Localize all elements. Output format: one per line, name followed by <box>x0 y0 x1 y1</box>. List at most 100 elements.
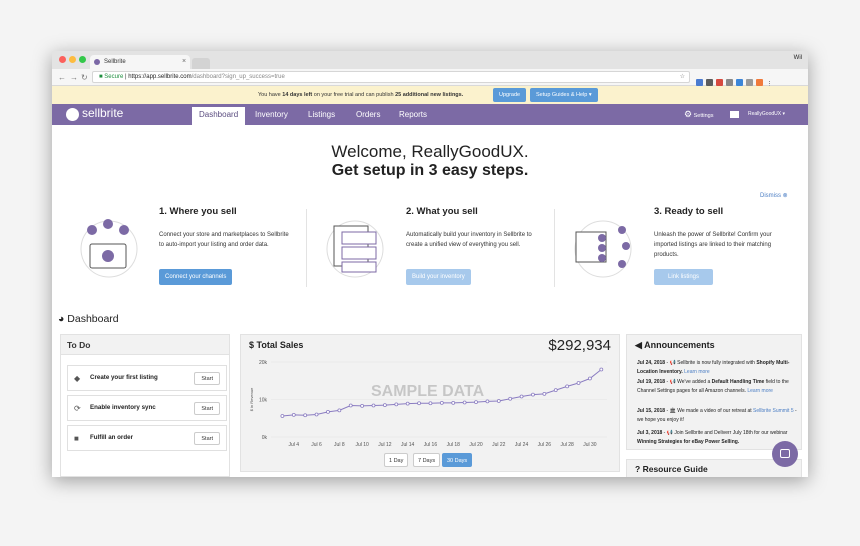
announcement-date: Jul 15, 2018 <box>637 408 666 414</box>
todo-item: ◆ Create your first listing Start <box>67 365 227 391</box>
data-point <box>531 392 535 397</box>
data-point <box>542 391 547 396</box>
dismiss-link[interactable]: Dismiss ⊗ <box>760 192 788 199</box>
setup-guides-button[interactable]: Setup Guides & Help ▾ <box>530 88 598 102</box>
sellbrite-logo-text[interactable]: sellbrite <box>82 106 123 121</box>
data-point <box>428 401 433 406</box>
browser-profile[interactable]: Wil <box>794 55 802 61</box>
extension-icon[interactable] <box>726 79 733 86</box>
y-tick-label: 0k <box>262 435 268 441</box>
todo-item: ■ Fulfill an order Start <box>67 425 227 451</box>
y-axis-label: $ in Revenue <box>249 387 254 411</box>
build-inventory-button[interactable]: Build your inventory <box>406 269 471 285</box>
url-input[interactable]: ■ Secure | https://app.sellbrite.com/das… <box>92 71 690 83</box>
settings-link[interactable]: ⚙ Settings <box>684 104 713 125</box>
start-button[interactable]: Start <box>194 402 220 415</box>
range-30-days-button[interactable]: 30 Days <box>442 453 473 467</box>
start-button[interactable]: Start <box>194 432 220 445</box>
learn-more-link[interactable]: Learn more <box>684 369 710 375</box>
tab-reports[interactable]: Reports <box>392 107 434 125</box>
dashboard-title: Dashboard <box>67 313 119 325</box>
extension-icon[interactable] <box>736 79 743 86</box>
data-point <box>280 414 285 418</box>
data-point <box>314 412 319 417</box>
announcements-panel: ◀ Announcements Jul 24, 2018 - 📢 Sellbri… <box>626 334 802 450</box>
data-point <box>360 403 365 408</box>
pocket-icon[interactable] <box>706 79 713 86</box>
step-what-you-sell: 2. What you sell Automatically build you… <box>406 206 646 286</box>
x-tick-label: Jul 22 <box>492 442 506 448</box>
extension-icon[interactable] <box>746 79 753 86</box>
announcement-date: Jul 24, 2018 <box>637 360 666 366</box>
data-point <box>326 409 330 414</box>
bookmark-star-icon[interactable]: ☆ <box>680 72 685 82</box>
step-title: 3. Ready to sell <box>654 206 724 217</box>
x-tick-label: Jul 14 <box>401 442 415 448</box>
extension-icon[interactable] <box>716 79 723 86</box>
summit-link[interactable]: Sellbrite Summit 5 <box>753 408 794 414</box>
tab-orders[interactable]: Orders <box>349 107 387 125</box>
x-tick-label: Jul 8 <box>334 442 345 448</box>
announcement-text: - 📢 We've added a <box>665 379 712 385</box>
data-point <box>371 403 376 408</box>
tab-dashboard[interactable]: Dashboard <box>192 107 246 125</box>
y-tick-label: 20k <box>259 360 268 366</box>
data-point <box>474 400 478 405</box>
total-sales-label: Total Sales <box>256 340 304 350</box>
forward-arrow-icon[interactable]: → <box>70 71 78 84</box>
secure-label: Secure <box>104 74 124 80</box>
reload-icon[interactable]: ↻ <box>81 71 88 84</box>
todo-label: Create your first listing <box>90 374 158 381</box>
new-tab-button[interactable] <box>192 58 210 69</box>
range-1-day-button[interactable]: 1 Day <box>384 453 409 467</box>
data-point <box>394 402 399 407</box>
step-title: 2. What you sell <box>406 206 478 217</box>
announcement-item: Jul 24, 2018 - 📢 Sellbrite is now fully … <box>637 359 797 376</box>
total-sales-value: $292,934 <box>548 337 611 354</box>
step-description: Unleash the power of Sellbrite! Confirm … <box>654 232 772 258</box>
trial-text: on your free trial and can publish <box>312 92 396 98</box>
sellbrite-logo-icon[interactable] <box>66 108 79 121</box>
account-menu[interactable]: ReallyGoodUX ▾ <box>748 104 785 125</box>
x-tick-label: Jul 20 <box>469 442 483 448</box>
y-tick-label: 10k <box>259 398 268 404</box>
maximize-window-button[interactable] <box>79 56 86 63</box>
close-window-button[interactable] <box>59 56 66 63</box>
tab-listings[interactable]: Listings <box>301 107 342 125</box>
total-sales-title: $ Total Sales <box>249 340 303 350</box>
mail-icon[interactable] <box>730 111 739 118</box>
resource-guide-title: ? Resource Guide <box>635 464 708 474</box>
data-point <box>417 401 421 406</box>
welcome-subheading: Get setup in 3 easy steps. <box>331 162 529 179</box>
tab-title: Sellbrite <box>104 59 126 65</box>
chat-launcher-button[interactable] <box>772 441 798 467</box>
tab-close-icon[interactable]: × <box>182 55 186 69</box>
data-point <box>303 413 308 418</box>
x-tick-label: Jul 26 <box>538 442 552 448</box>
back-arrow-icon[interactable]: ← <box>58 71 66 84</box>
connect-channels-button[interactable]: Connect your channels <box>159 269 233 285</box>
announcement-date: Jul 19, 2018 <box>637 379 666 385</box>
x-tick-label: Jul 6 <box>311 442 322 448</box>
extension-icon[interactable] <box>756 79 763 86</box>
start-button[interactable]: Start <box>194 372 220 385</box>
tab-inventory[interactable]: Inventory <box>248 107 295 125</box>
chat-icon <box>780 449 790 458</box>
data-point <box>451 400 456 405</box>
browser-window: Sellbrite × Wil ← → ↻ ■ Secure | https:/… <box>52 51 808 477</box>
browser-tab[interactable]: Sellbrite <box>90 55 190 69</box>
announcement-date: Jul 3, 2018 <box>637 430 663 436</box>
app-navbar: sellbrite Dashboard Inventory Listings O… <box>52 104 808 125</box>
learn-more-link[interactable]: Learn more <box>747 388 773 394</box>
link-listings-button[interactable]: Link listings <box>654 269 714 285</box>
data-point <box>382 403 387 408</box>
upgrade-button[interactable]: Upgrade <box>493 88 527 102</box>
step-title: 1. Where you sell <box>159 206 237 217</box>
announcement-text: - 📢 Sellbrite is now fully integrated wi… <box>665 360 757 366</box>
minimize-window-button[interactable] <box>69 56 76 63</box>
range-7-days-button[interactable]: 7 Days <box>413 453 441 467</box>
todo-label: Enable inventory sync <box>90 404 156 411</box>
todo-header: To Do <box>61 335 229 355</box>
extension-icon[interactable] <box>696 79 703 86</box>
divider <box>554 209 555 287</box>
